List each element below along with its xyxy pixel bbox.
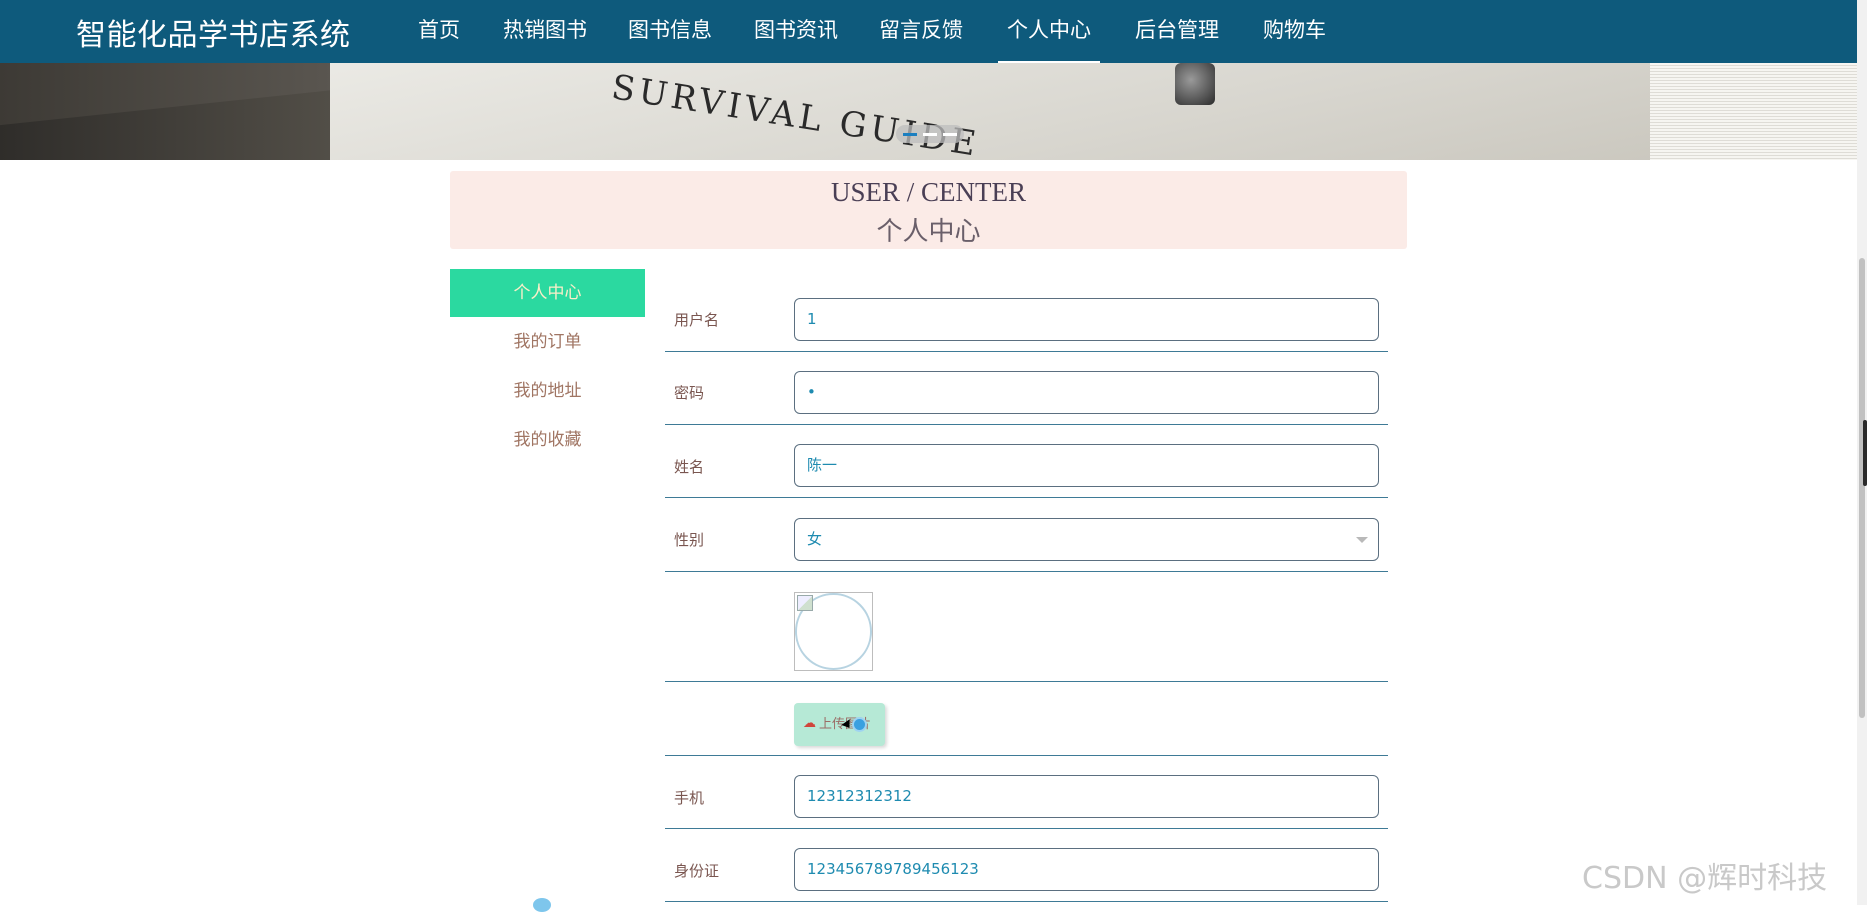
- name-input[interactable]: 陈一: [794, 444, 1379, 487]
- form-row-id-card: 身份证 123456789789456123: [665, 829, 1388, 902]
- form-row-password: 密码 •: [665, 352, 1388, 425]
- banner-book-pages: [1650, 63, 1857, 160]
- id-card-input[interactable]: 123456789789456123: [794, 848, 1379, 891]
- page-title-en: USER / CENTER: [830, 177, 1026, 207]
- username-label: 用户名: [674, 311, 720, 329]
- click-indicator-icon: [852, 717, 867, 732]
- nav-cart[interactable]: 购物车: [1263, 14, 1326, 44]
- chat-bubble-icon[interactable]: [533, 898, 551, 912]
- scrollbar-marker: [1863, 420, 1867, 486]
- menu-item-user-center[interactable]: 个人中心: [450, 269, 645, 317]
- banner-book: [330, 63, 1710, 160]
- upload-image-button[interactable]: ☁ 上传图片: [794, 703, 885, 746]
- nav-feedback[interactable]: 留言反馈: [879, 14, 963, 44]
- gender-select-value: 女: [807, 530, 823, 548]
- menu-item-orders[interactable]: 我的订单: [450, 318, 645, 366]
- chevron-down-icon: [1356, 537, 1368, 543]
- csdn-watermark: CSDN @辉时科技: [1582, 861, 1828, 896]
- menu-item-address[interactable]: 我的地址: [450, 367, 645, 415]
- banner-clip: [1175, 63, 1215, 105]
- nav-hot-books[interactable]: 热销图书: [503, 14, 587, 44]
- form-row-gender: 性别 女: [665, 498, 1388, 572]
- name-label: 姓名: [674, 458, 705, 476]
- carousel-dot-2[interactable]: [923, 133, 937, 136]
- form-row-avatar: [665, 572, 1388, 682]
- nav-admin[interactable]: 后台管理: [1135, 14, 1219, 44]
- id-card-label: 身份证: [674, 862, 720, 880]
- banner-carousel: SURVIVAL GUIDE: [0, 63, 1857, 160]
- nav-user-center[interactable]: 个人中心: [998, 14, 1100, 64]
- password-input[interactable]: •: [794, 371, 1379, 414]
- avatar-preview: [794, 592, 873, 671]
- nav-book-info[interactable]: 图书信息: [628, 14, 712, 44]
- gender-select[interactable]: 女: [794, 518, 1379, 561]
- carousel-dot-3[interactable]: [943, 133, 957, 136]
- page-title-cn: 个人中心: [876, 217, 981, 247]
- phone-label: 手机: [674, 789, 705, 807]
- scrollbar-thumb[interactable]: [1859, 258, 1865, 718]
- top-navbar: 智能化品学书店系统 首页 热销图书 图书信息 图书资讯 留言反馈 个人中心 后台…: [0, 0, 1867, 64]
- carousel-dot-1[interactable]: [903, 133, 917, 136]
- password-label: 密码: [674, 384, 705, 402]
- gender-label: 性别: [674, 531, 705, 549]
- nav-book-news[interactable]: 图书资讯: [754, 14, 838, 44]
- upload-cloud-icon: ☁: [803, 716, 816, 731]
- carousel-indicators: [896, 125, 964, 143]
- form-row-phone: 手机 12312312312: [665, 756, 1388, 829]
- form-row-name: 姓名 陈一: [665, 425, 1388, 498]
- nav-home[interactable]: 首页: [418, 14, 460, 44]
- form-row-username: 用户名 1: [665, 285, 1388, 352]
- menu-item-favorites[interactable]: 我的收藏: [450, 416, 645, 464]
- phone-input[interactable]: 12312312312: [794, 775, 1379, 818]
- page-scrollbar[interactable]: [1857, 0, 1867, 905]
- page-title-block: USER / CENTER 个人中心: [450, 171, 1407, 249]
- broken-image-icon: [797, 595, 813, 611]
- site-title[interactable]: 智能化品学书店系统: [76, 10, 351, 54]
- form-row-upload: ☁ 上传图片: [665, 682, 1388, 756]
- username-input[interactable]: 1: [794, 298, 1379, 341]
